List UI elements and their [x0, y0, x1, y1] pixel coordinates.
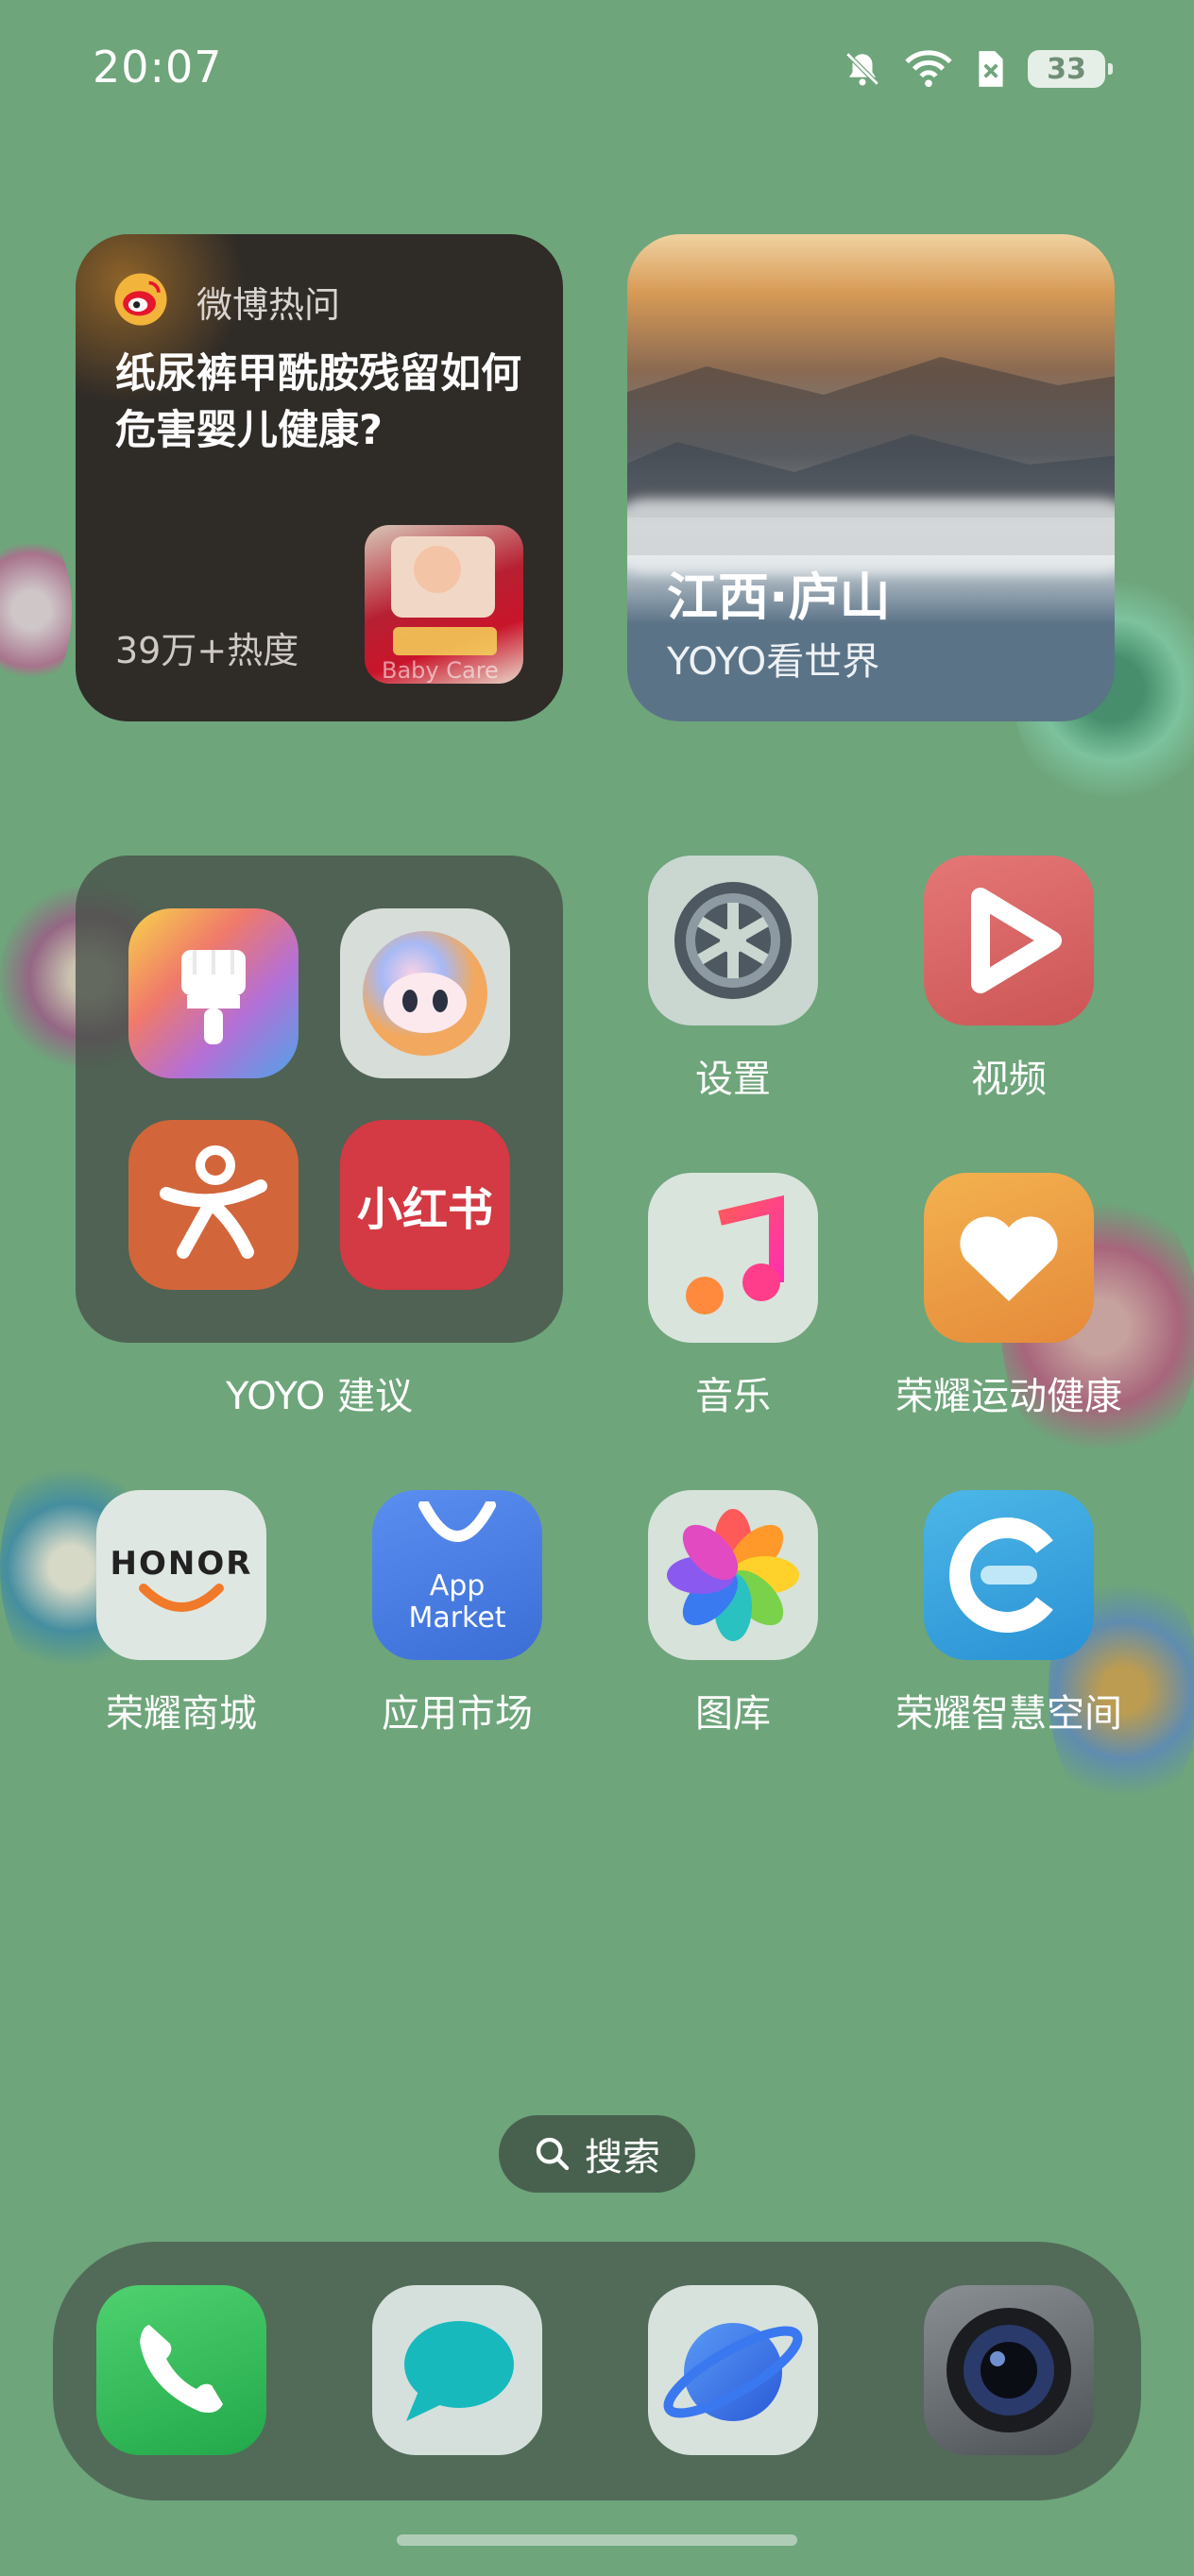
video-label: 视频: [971, 1058, 1047, 1101]
status-time: 20:07: [93, 42, 223, 93]
video-app[interactable]: [924, 856, 1094, 1025]
smile-arc-icon: [139, 1584, 224, 1612]
browser-icon: [663, 2323, 803, 2421]
search-button[interactable]: 搜索: [499, 2115, 695, 2193]
dianping-icon: [160, 1145, 267, 1259]
phone-icon: [140, 2325, 223, 2413]
heat-count: 39万+热度: [115, 630, 299, 671]
app-market-label: 应用市场: [382, 1692, 533, 1736]
battery-icon: 33: [1028, 50, 1113, 88]
widget-source: 微博热问: [196, 284, 341, 326]
camera-lens-icon: [947, 2308, 1071, 2432]
music-note-icon: [686, 1195, 784, 1314]
search-label: 搜索: [585, 2136, 660, 2179]
battery-level: 33: [1047, 52, 1086, 86]
folder-label: YOYO 建议: [226, 1375, 413, 1418]
smart-space-label: 荣耀智慧空间: [896, 1692, 1122, 1736]
paintbrush-icon: [181, 950, 246, 1044]
news-thumbnail: Baby Care: [365, 525, 523, 684]
honor-logo: HONOR: [110, 1545, 253, 1583]
folder-app-xiaohongshu[interactable]: 小红书: [340, 1120, 510, 1290]
phone-app[interactable]: [96, 2285, 266, 2455]
folder-app-yoyo[interactable]: [340, 908, 510, 1078]
status-icons: 33: [843, 49, 1113, 89]
music-label: 音乐: [695, 1375, 771, 1418]
dragon-sticker-left: [0, 525, 72, 695]
gear-icon: [674, 882, 792, 999]
weibo-logo-icon: [114, 273, 167, 326]
messages-app[interactable]: [372, 2285, 542, 2455]
camera-app[interactable]: [924, 2285, 1094, 2455]
search-icon: [536, 2137, 570, 2171]
folder-app-dianping[interactable]: [128, 1120, 298, 1290]
browser-app[interactable]: [648, 2285, 818, 2455]
settings-label: 设置: [695, 1058, 771, 1101]
weibo-hot-question-widget[interactable]: 微博热问 纸尿裤甲酰胺残留如何危害婴儿健康? 39万+热度 Baby Care: [76, 234, 563, 721]
messages-icon: [404, 2321, 514, 2421]
gallery-app[interactable]: [648, 1490, 818, 1660]
folder-app-theme[interactable]: [128, 908, 298, 1078]
sim-absent-icon: [979, 51, 1003, 87]
widget-headline: 纸尿裤甲酰胺残留如何危害婴儿健康?: [115, 350, 521, 454]
home-indicator[interactable]: [397, 2534, 797, 2546]
settings-app[interactable]: [648, 856, 818, 1025]
thumbnail-label: [393, 627, 497, 655]
smart-space-app[interactable]: [924, 1490, 1094, 1660]
xiaohongshu-icon: 小红书: [356, 1183, 493, 1236]
yoyo-travel-widget[interactable]: 江西·庐山 YOYO看世界: [627, 234, 1115, 721]
app-market-icon-text-2: Market: [408, 1602, 506, 1635]
thumbnail-caption: Baby Care: [382, 657, 499, 684]
heart-icon: [960, 1216, 1058, 1301]
yoyo-suggestion-folder[interactable]: 小红书: [76, 856, 563, 1343]
travel-subtitle: YOYO看世界: [667, 640, 880, 684]
baby-face: [414, 546, 461, 593]
bell-muted-icon: [845, 52, 879, 86]
yoyo-face-icon: [363, 931, 487, 1056]
honor-store-app[interactable]: HONOR: [96, 1490, 266, 1660]
pinwheel-flower-icon: [667, 1509, 799, 1641]
health-app[interactable]: [924, 1173, 1094, 1343]
honor-store-label: 荣耀商城: [106, 1692, 257, 1736]
health-label: 荣耀运动健康: [896, 1375, 1122, 1418]
wifi-icon: [905, 50, 952, 88]
play-icon: [971, 888, 1062, 993]
music-app[interactable]: [648, 1173, 818, 1343]
shopping-bag-icon: [418, 1501, 496, 1542]
travel-place: 江西·庐山: [667, 568, 891, 627]
app-market-icon-text-1: App: [429, 1569, 486, 1602]
gallery-label: 图库: [695, 1692, 771, 1736]
app-market-app[interactable]: App Market: [372, 1490, 542, 1660]
c-ring-icon: [949, 1517, 1053, 1633]
